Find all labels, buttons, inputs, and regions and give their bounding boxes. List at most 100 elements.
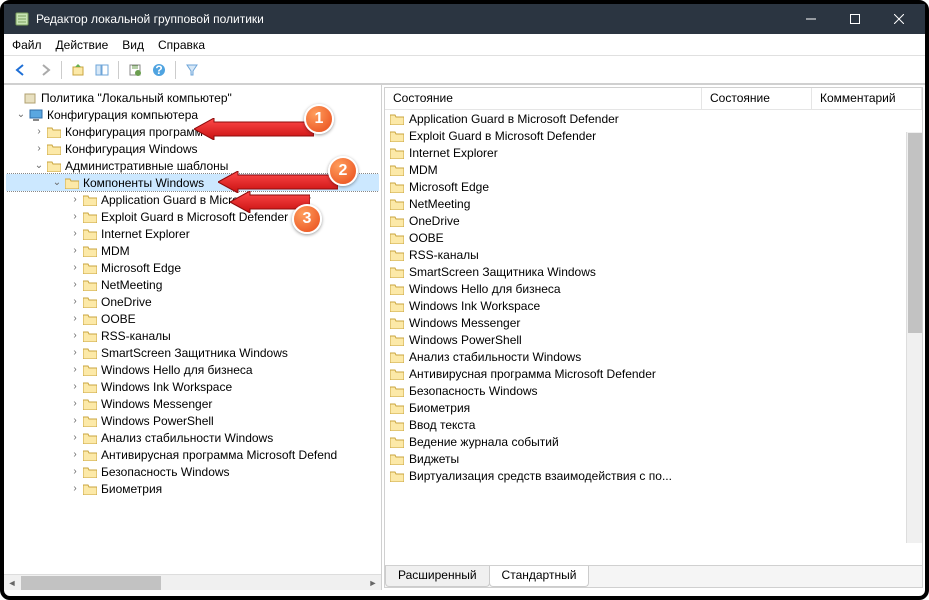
list-row[interactable]: Биометрия — [385, 399, 922, 416]
list-row[interactable]: RSS-каналы — [385, 246, 922, 263]
tab-extended[interactable]: Расширенный — [385, 566, 490, 587]
filter-button[interactable] — [181, 59, 203, 81]
expand-icon[interactable]: ⌄ — [50, 177, 64, 188]
tree-label: Конфигурация Windows — [65, 142, 198, 156]
expand-icon[interactable]: › — [68, 296, 82, 307]
list-row[interactable]: Виджеты — [385, 450, 922, 467]
list-row[interactable]: Microsoft Edge — [385, 178, 922, 195]
folder-icon — [82, 482, 98, 496]
tree-item[interactable]: ›Windows PowerShell — [6, 412, 379, 429]
list-row[interactable]: NetMeeting — [385, 195, 922, 212]
tree-item[interactable]: ›NetMeeting — [6, 276, 379, 293]
forward-button[interactable] — [34, 59, 56, 81]
expand-icon[interactable]: › — [68, 364, 82, 375]
list-row[interactable]: Application Guard в Microsoft Defender — [385, 110, 922, 127]
tree-item[interactable]: ›SmartScreen Защитника Windows — [6, 344, 379, 361]
back-button[interactable] — [10, 59, 32, 81]
expand-icon[interactable]: › — [68, 466, 82, 477]
tree-item[interactable]: ›Windows Messenger — [6, 395, 379, 412]
tree-item[interactable]: ›Windows Ink Workspace — [6, 378, 379, 395]
tree-win-config[interactable]: › Конфигурация Windows — [6, 140, 379, 157]
list-row[interactable]: Windows PowerShell — [385, 331, 922, 348]
tree-item[interactable]: ›Биометрия — [6, 480, 379, 497]
expand-icon[interactable]: › — [68, 483, 82, 494]
tab-standard[interactable]: Стандартный — [489, 566, 590, 587]
expand-icon[interactable]: ⌄ — [14, 109, 28, 120]
tree-h-scrollbar[interactable]: ◄► — [4, 574, 381, 590]
expand-icon[interactable]: › — [68, 449, 82, 460]
folder-icon — [82, 431, 98, 445]
tree-win-components[interactable]: ⌄ Компоненты Windows — [6, 174, 379, 191]
expand-icon[interactable]: › — [68, 398, 82, 409]
col-status[interactable]: Состояние — [702, 88, 812, 109]
folder-icon — [82, 244, 98, 258]
menu-action[interactable]: Действие — [56, 38, 109, 52]
list-row[interactable]: Exploit Guard в Microsoft Defender — [385, 127, 922, 144]
list-row[interactable]: Internet Explorer — [385, 144, 922, 161]
expand-icon[interactable]: › — [68, 194, 82, 205]
tree-item[interactable]: ›Exploit Guard в Microsoft Defender — [6, 208, 379, 225]
list-row[interactable]: SmartScreen Защитника Windows — [385, 263, 922, 280]
maximize-button[interactable] — [833, 4, 877, 34]
list-row[interactable]: Антивирусная программа Microsoft Defende… — [385, 365, 922, 382]
list-row[interactable]: Виртуализация средств взаимодействия с п… — [385, 467, 922, 484]
list-row[interactable]: OneDrive — [385, 212, 922, 229]
list-label: Биометрия — [409, 401, 470, 415]
list-row[interactable]: Ввод текста — [385, 416, 922, 433]
expand-icon[interactable]: ⌄ — [32, 160, 46, 171]
titlebar: Редактор локальной групповой политики — [4, 4, 925, 34]
up-button[interactable] — [67, 59, 89, 81]
list-row[interactable]: Безопасность Windows — [385, 382, 922, 399]
tree-label: Конфигурация программ — [65, 125, 203, 139]
expand-icon[interactable]: › — [32, 126, 46, 137]
list-row[interactable]: MDM — [385, 161, 922, 178]
tree-item[interactable]: ›Application Guard в Microsoft Defender — [6, 191, 379, 208]
tree-item[interactable]: ›Анализ стабильности Windows — [6, 429, 379, 446]
tree-item[interactable]: ›MDM — [6, 242, 379, 259]
menu-file[interactable]: Файл — [12, 38, 42, 52]
expand-icon[interactable]: › — [68, 330, 82, 341]
list-row[interactable]: Ведение журнала событий — [385, 433, 922, 450]
show-hide-tree-button[interactable] — [91, 59, 113, 81]
expand-icon[interactable]: › — [68, 245, 82, 256]
col-comment[interactable]: Комментарий — [812, 88, 922, 109]
close-button[interactable] — [877, 4, 921, 34]
expand-icon[interactable]: › — [68, 279, 82, 290]
list-row[interactable]: Windows Hello для бизнеса — [385, 280, 922, 297]
expand-icon[interactable]: › — [68, 381, 82, 392]
tree-item[interactable]: ›Windows Hello для бизнеса — [6, 361, 379, 378]
expand-icon[interactable]: › — [68, 415, 82, 426]
tree-item[interactable]: ›Антивирусная программа Microsoft Defend — [6, 446, 379, 463]
tree-prog-config[interactable]: › Конфигурация программ — [6, 123, 379, 140]
list-row[interactable]: OOBE — [385, 229, 922, 246]
col-state[interactable]: Состояние — [385, 88, 702, 109]
expand-icon[interactable]: › — [68, 262, 82, 273]
tree-item[interactable]: ›OneDrive — [6, 293, 379, 310]
tree-computer-config[interactable]: ⌄ Конфигурация компьютера — [6, 106, 379, 123]
tree-item[interactable]: ›OOBE — [6, 310, 379, 327]
export-list-button[interactable] — [124, 59, 146, 81]
tree-item[interactable]: ›Microsoft Edge — [6, 259, 379, 276]
tree-root[interactable]: Политика "Локальный компьютер" — [6, 89, 379, 106]
list-row[interactable]: Windows Ink Workspace — [385, 297, 922, 314]
tree-admin-templates[interactable]: ⌄ Административные шаблоны — [6, 157, 379, 174]
list-row[interactable]: Windows Messenger — [385, 314, 922, 331]
tree-item[interactable]: ›Безопасность Windows — [6, 463, 379, 480]
menu-help[interactable]: Справка — [158, 38, 205, 52]
help-button[interactable]: ? — [148, 59, 170, 81]
content-area: Политика "Локальный компьютер" ⌄ Конфигу… — [4, 84, 925, 590]
expand-icon[interactable]: › — [68, 313, 82, 324]
expand-icon[interactable]: › — [68, 347, 82, 358]
expand-icon[interactable]: › — [68, 211, 82, 222]
tree-item[interactable]: ›Internet Explorer — [6, 225, 379, 242]
menu-view[interactable]: Вид — [122, 38, 144, 52]
expand-icon[interactable]: › — [68, 228, 82, 239]
expand-icon[interactable]: › — [32, 143, 46, 154]
list-row[interactable]: Анализ стабильности Windows — [385, 348, 922, 365]
tree-item[interactable]: ›RSS-каналы — [6, 327, 379, 344]
expand-icon[interactable]: › — [68, 432, 82, 443]
minimize-button[interactable] — [789, 4, 833, 34]
computer-icon — [28, 108, 44, 122]
list-v-scrollbar[interactable] — [906, 132, 922, 543]
list-label: Microsoft Edge — [409, 180, 489, 194]
